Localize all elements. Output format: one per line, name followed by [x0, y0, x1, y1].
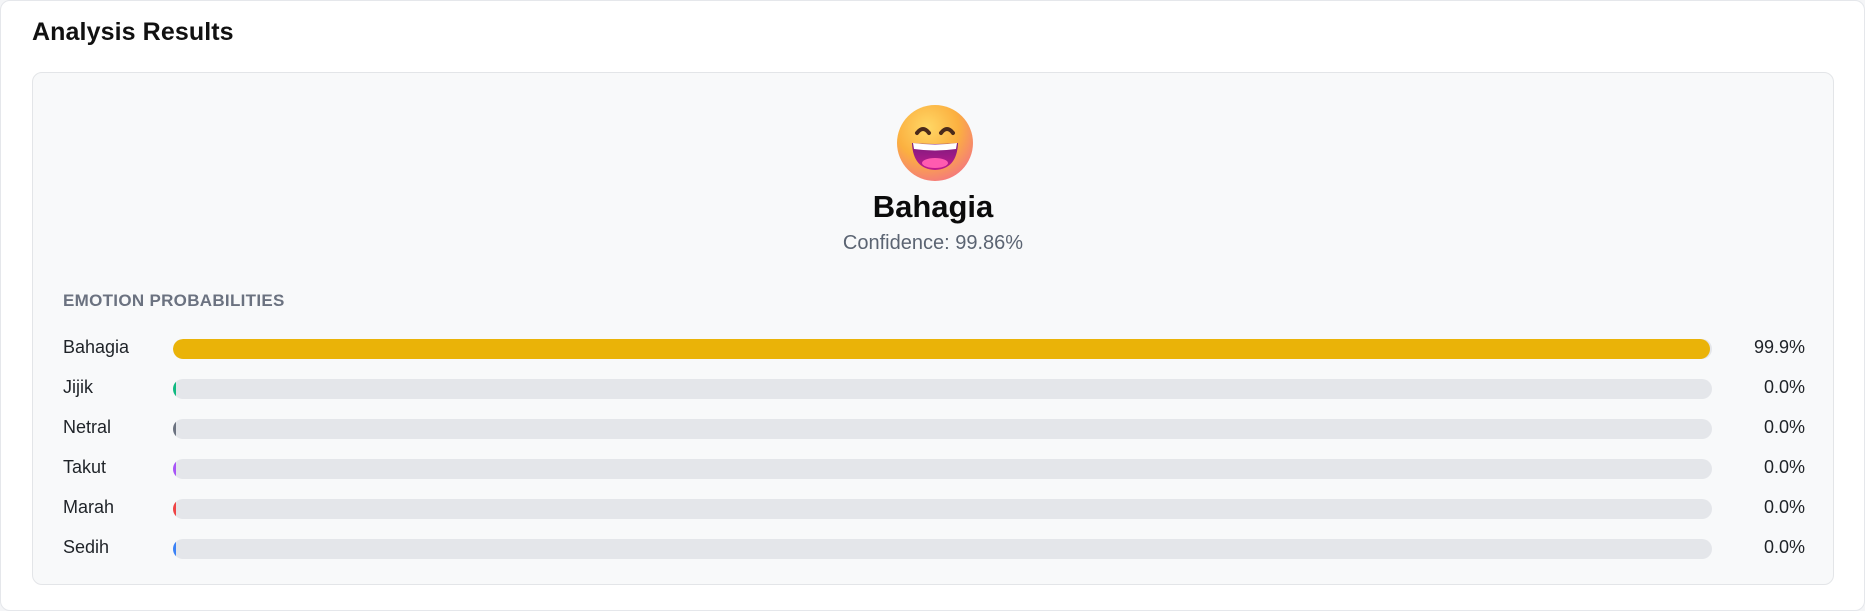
emotion-label: Marah [63, 497, 115, 517]
probability-fill [173, 539, 176, 559]
emotion-label: Jijik [63, 377, 93, 397]
emotion-label: Takut [63, 457, 107, 477]
emotion-label: Bahagia [63, 337, 130, 357]
probability-track [173, 459, 1712, 479]
probability-fill [173, 459, 176, 479]
probability-value: 0.0% [1763, 417, 1805, 437]
probability-track [173, 539, 1712, 559]
probability-track [173, 419, 1712, 439]
probability-row: Takut 0.0% [63, 449, 1835, 489]
probability-value: 99.9% [1753, 337, 1805, 357]
result-panel: Bahagia Confidence: 99.86% EMOTION PROBA… [32, 72, 1834, 585]
probability-track [173, 379, 1712, 399]
probability-row: Bahagia 99.9% [63, 329, 1835, 369]
probability-fill [173, 339, 1711, 359]
probability-track [173, 499, 1712, 519]
grinning-face-icon [895, 103, 975, 183]
probability-fill [173, 419, 176, 439]
section-title: Analysis Results [32, 18, 234, 46]
probability-value: 0.0% [1763, 377, 1805, 397]
probability-fill [173, 379, 176, 399]
probability-value: 0.0% [1763, 457, 1805, 477]
emotion-label: Sedih [63, 537, 110, 557]
probability-row: Marah 0.0% [63, 489, 1835, 529]
probability-row: Jijik 0.0% [63, 369, 1835, 409]
probability-list: Bahagia 99.9% Jijik 0.0% Netral 0.0% Tak… [63, 329, 1835, 569]
confidence-text: Confidence: 99.86% [842, 232, 1024, 254]
probability-fill [173, 499, 176, 519]
emotion-label: Netral [63, 417, 112, 437]
probability-value: 0.0% [1763, 537, 1805, 557]
probability-row: Netral 0.0% [63, 409, 1835, 449]
detected-emotion: Bahagia [872, 189, 994, 224]
probability-track [173, 339, 1712, 359]
probability-value: 0.0% [1763, 497, 1805, 517]
analysis-results-card: Analysis Results Bahagia Confidence: 99.… [0, 0, 1865, 611]
probabilities-heading: EMOTION PROBABILITIES [63, 291, 285, 310]
probability-row: Sedih 0.0% [63, 529, 1835, 569]
